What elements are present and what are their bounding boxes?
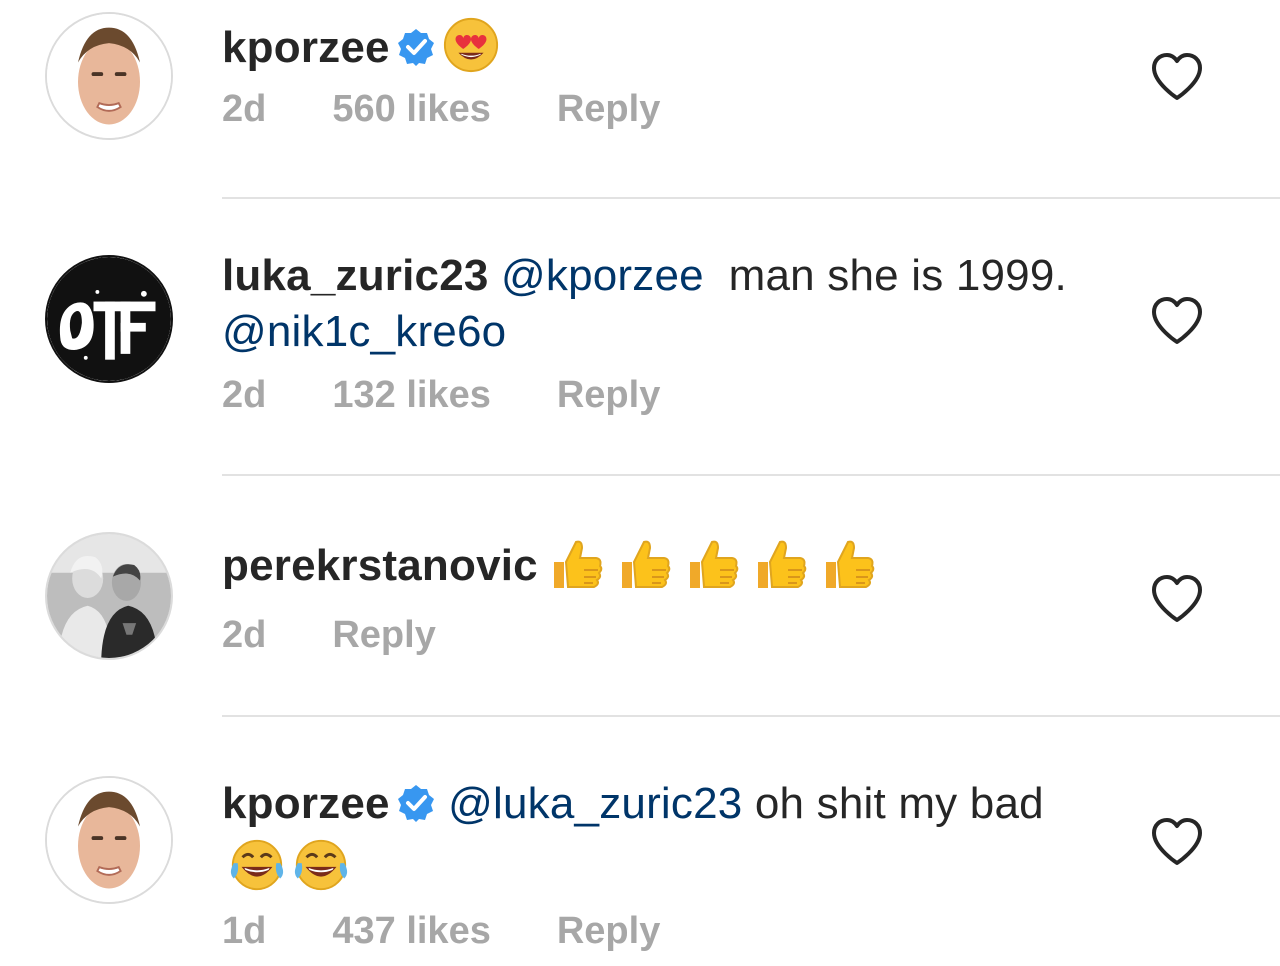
otf-logo-icon	[47, 257, 171, 381]
comment-time: 2d	[222, 88, 267, 130]
avatar-face-icon	[47, 778, 171, 902]
mention-link[interactable]: @nik1c_kre6o	[222, 307, 506, 356]
comment-username[interactable]: perekrstanovic	[222, 541, 538, 590]
thumbs-up-emoji	[825, 540, 875, 588]
tears-of-joy-emoji	[294, 839, 348, 891]
comment-text: kporzee @luka_zuric23 oh shit my bad	[222, 772, 1102, 900]
mention-link[interactable]: @kporzee	[501, 251, 704, 300]
comment-meta: 2d 560 likes Reply	[222, 88, 1082, 131]
avatar-perekrstanovic[interactable]	[45, 532, 173, 660]
thumbs-up-emoji	[689, 540, 739, 588]
comment-body: man she is 1999.	[703, 251, 1067, 300]
comment-text: kporzee	[222, 16, 1082, 76]
heart-outline-icon[interactable]	[1150, 574, 1204, 624]
avatar-photo-icon	[47, 534, 171, 658]
likes-count[interactable]: 560 likes	[332, 88, 490, 131]
comment-meta: 2d Reply	[222, 614, 1082, 657]
divider	[222, 715, 1280, 717]
heart-eyes-emoji	[443, 17, 498, 73]
comment-body: oh shit my bad	[742, 779, 1044, 828]
divider	[222, 197, 1280, 199]
comment-meta: 2d 132 likes Reply	[222, 374, 1082, 417]
comment-username[interactable]: kporzee	[222, 779, 390, 828]
avatar-kporzee[interactable]	[45, 776, 173, 904]
reply-button[interactable]: Reply	[557, 88, 660, 131]
comment-meta: 1d 437 likes Reply	[222, 910, 1102, 953]
reply-button[interactable]: Reply	[557, 910, 660, 953]
thumbs-up-emoji	[621, 540, 671, 588]
avatar-kporzee[interactable]	[45, 12, 173, 140]
mention-link[interactable]: @luka_zuric23	[448, 779, 742, 828]
tears-of-joy-emoji	[230, 839, 284, 891]
comment-text: luka_zuric23 @kporzee man she is 1999. @…	[222, 248, 1082, 360]
likes-count[interactable]: 132 likes	[332, 374, 490, 417]
thumbs-up-emoji	[553, 540, 603, 588]
comment-username[interactable]: luka_zuric23	[222, 251, 489, 300]
comment-time: 2d	[222, 614, 267, 656]
avatar-luka-zuric23[interactable]	[45, 255, 173, 383]
divider	[222, 474, 1280, 476]
reply-button[interactable]: Reply	[557, 374, 660, 417]
avatar-face-icon	[47, 14, 171, 138]
comment-username[interactable]: kporzee	[222, 23, 390, 72]
likes-count[interactable]: 437 likes	[332, 910, 490, 953]
comment-time: 2d	[222, 374, 267, 416]
comment-text: perekrstanovic	[222, 534, 1082, 594]
comment-time: 1d	[222, 910, 267, 952]
heart-outline-icon[interactable]	[1150, 52, 1204, 102]
reply-button[interactable]: Reply	[332, 614, 435, 657]
thumbs-up-emoji	[757, 540, 807, 588]
heart-outline-icon[interactable]	[1150, 817, 1204, 867]
heart-outline-icon[interactable]	[1150, 296, 1204, 346]
verified-badge-icon	[397, 29, 434, 66]
verified-badge-icon	[397, 785, 434, 822]
